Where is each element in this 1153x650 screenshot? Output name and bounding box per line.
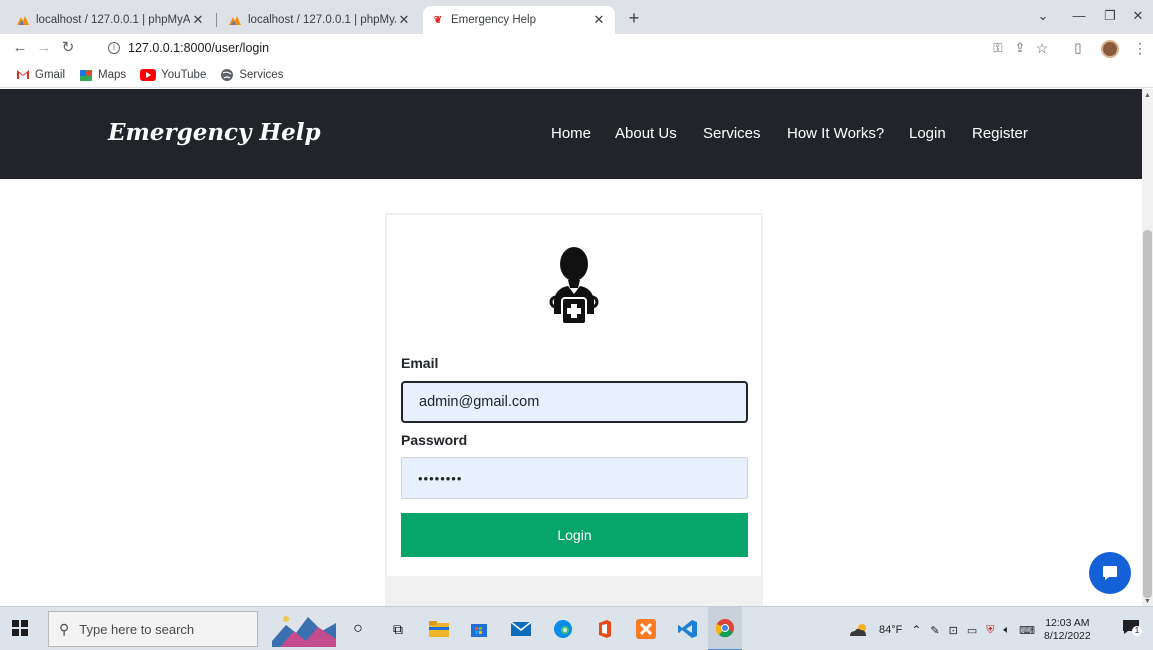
phpmyadmin-icon (228, 13, 242, 27)
network-icon[interactable]: ⊡ (949, 624, 958, 637)
side-panel-icon[interactable]: ▯ (1066, 36, 1090, 60)
phpmyadmin-icon (16, 13, 30, 27)
url-text: 127.0.0.1:8000/user/login (128, 41, 270, 55)
cortana-icon[interactable]: ○ (347, 618, 369, 640)
search-placeholder: Type here to search (79, 621, 195, 637)
chevron-up-icon[interactable]: ⌃ (911, 623, 921, 637)
volume-icon[interactable]: 🔈︎ (1004, 624, 1011, 637)
taskbar-search-box[interactable]: ⚲ Type here to search (48, 611, 258, 647)
forward-icon[interactable]: → (32, 36, 56, 60)
mail-icon[interactable] (510, 618, 532, 640)
close-tab-icon[interactable]: ✕ (591, 12, 607, 28)
clock-time: 12:03 AM (1045, 617, 1090, 629)
reload-icon[interactable]: ↻ (56, 36, 80, 60)
new-tab-button[interactable]: + (622, 6, 646, 30)
share-icon[interactable]: ⇪ (1008, 36, 1032, 60)
email-label: Email (401, 355, 439, 371)
clock-date: 8/12/2022 (1044, 630, 1091, 642)
restore-icon[interactable]: ❐ (1097, 6, 1123, 26)
youtube-icon (140, 68, 157, 81)
pen-icon[interactable]: ✎ (930, 624, 939, 637)
site-navbar: Emergency Help Home About Us Services Ho… (0, 89, 1142, 179)
vscode-icon[interactable] (677, 618, 699, 640)
page-viewport: Emergency Help Home About Us Services Ho… (0, 89, 1142, 606)
weather-icon[interactable] (848, 623, 870, 637)
globe-icon (221, 68, 234, 81)
nav-register[interactable]: Register (972, 125, 1028, 142)
notification-icon[interactable]: 1 (1122, 618, 1142, 638)
nav-home[interactable]: Home (551, 125, 591, 142)
address-bar[interactable]: i 127.0.0.1:8000/user/login (108, 37, 988, 59)
nav-login[interactable]: Login (909, 125, 946, 142)
chrome-taskbar-active[interactable] (708, 607, 742, 650)
search-highlight-image (272, 616, 336, 647)
weather-temp[interactable]: 84°F (879, 624, 902, 636)
keyboard-icon[interactable]: ⌨ (1019, 624, 1035, 637)
back-icon[interactable]: ← (8, 36, 32, 60)
windows-taskbar: ⚲ Type here to search ○ ⧉ 84°F ⌃ ✎ ⊡ ▭ ⛨… (0, 606, 1153, 650)
scroll-up-icon[interactable]: ▲ (1144, 92, 1151, 99)
email-field[interactable]: admin@gmail.com (401, 381, 748, 423)
browser-toolbar: ← → ↻ i 127.0.0.1:8000/user/login ⚿ ⇪ ☆ … (0, 34, 1153, 62)
taskbar-clock[interactable]: 12:03 AM 8/12/2022 (1044, 617, 1091, 643)
battery-icon[interactable]: ▭ (967, 624, 977, 637)
browser-tab-strip: localhost / 127.0.0.1 | phpMyAdm ✕ local… (0, 0, 1153, 34)
email-value: admin@gmail.com (419, 394, 540, 410)
maps-icon (80, 69, 93, 81)
task-view-icon[interactable]: ⧉ (387, 618, 409, 640)
minimize-icon[interactable]: — (1066, 6, 1092, 26)
bookmark-star-icon[interactable]: ☆ (1030, 36, 1054, 60)
profile-avatar[interactable] (1101, 40, 1119, 58)
bookmark-gmail[interactable]: Gmail (16, 69, 65, 81)
site-icon: ❦ (433, 14, 443, 26)
system-tray: 84°F ⌃ ✎ ⊡ ▭ ⛨ 🔈︎ ⌨ 12:03 AM 8/12/2022 (848, 615, 1091, 645)
nav-services[interactable]: Services (703, 125, 761, 142)
chrome-icon (715, 619, 734, 638)
gmail-icon (17, 70, 29, 79)
info-icon[interactable]: i (108, 42, 120, 54)
nav-how-it-works[interactable]: How It Works? (787, 125, 884, 142)
login-card-footer (385, 576, 763, 606)
office-icon[interactable] (594, 618, 616, 640)
bookmark-services[interactable]: Services (220, 68, 283, 82)
bookmarks-bar: Gmail Maps YouTube Services (0, 62, 1153, 88)
scroll-down-icon[interactable]: ▼ (1144, 598, 1151, 605)
tab-divider (216, 13, 217, 27)
password-label: Password (401, 432, 468, 448)
bookmark-youtube[interactable]: YouTube (140, 68, 206, 81)
doctor-icon (549, 247, 599, 325)
windows-start-icon[interactable] (12, 620, 28, 641)
chat-widget-button[interactable] (1089, 552, 1131, 594)
file-explorer-icon[interactable] (428, 618, 450, 640)
xampp-icon[interactable] (635, 618, 657, 640)
scrollbar-thumb[interactable] (1143, 230, 1152, 598)
store-icon[interactable] (468, 618, 490, 640)
close-window-icon[interactable]: ✕ (1125, 6, 1151, 26)
close-tab-icon[interactable]: ✕ (396, 12, 412, 28)
close-tab-icon[interactable]: ✕ (190, 12, 206, 28)
edge-icon[interactable] (552, 618, 574, 640)
password-field[interactable]: •••••••• (401, 457, 748, 499)
browser-tab[interactable]: localhost / 127.0.0.1 | phpMyAdm ✕ (220, 6, 420, 34)
login-button[interactable]: Login (401, 513, 748, 557)
bookmark-maps[interactable]: Maps (79, 68, 126, 82)
tab-search-icon[interactable]: ⌄ (1030, 6, 1056, 26)
browser-tab-active[interactable]: ❦ Emergency Help ✕ (423, 6, 615, 34)
nav-about-us[interactable]: About Us (615, 125, 677, 142)
password-value: •••••••• (418, 470, 463, 486)
chat-icon (1103, 566, 1117, 580)
search-icon: ⚲ (59, 620, 70, 637)
site-brand[interactable]: Emergency Help (108, 119, 321, 146)
browser-tab[interactable]: localhost / 127.0.0.1 | phpMyAdm ✕ (8, 6, 214, 34)
notification-count: 1 (1132, 626, 1142, 636)
shield-icon[interactable]: ⛨ (986, 624, 994, 637)
menu-kebab-icon[interactable]: ⋮ (1128, 36, 1152, 60)
password-key-icon[interactable]: ⚿ (986, 36, 1010, 60)
